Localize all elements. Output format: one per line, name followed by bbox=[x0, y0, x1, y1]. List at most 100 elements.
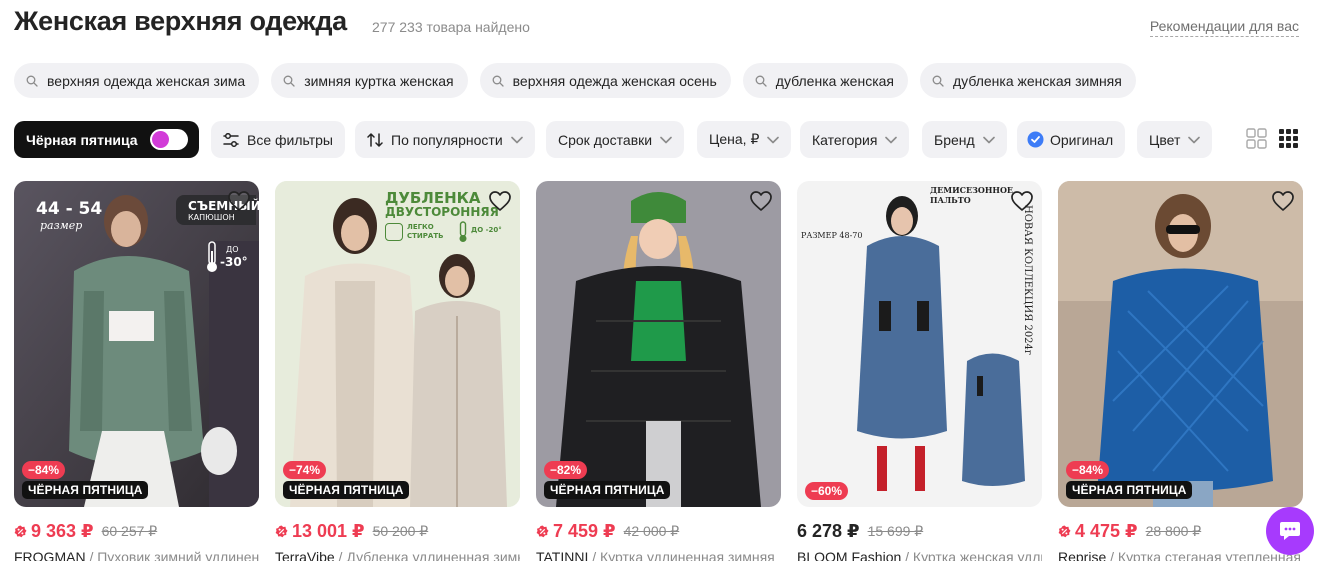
filter-bar: Чёрная пятница Все фильтры По популярнос… bbox=[14, 121, 1299, 158]
product-image[interactable]: −82% ЧЁРНАЯ ПЯТНИЦА bbox=[536, 181, 781, 507]
black-friday-switch[interactable] bbox=[150, 129, 188, 150]
suggestion-label: верхняя одежда женская зима bbox=[47, 72, 246, 89]
product-grid: 44 - 54 размер СЪЕМНЫЙ КАПЮШОН ДО -30° −… bbox=[14, 181, 1303, 561]
original-filter[interactable]: Оригинал bbox=[1017, 121, 1126, 158]
view-switcher bbox=[1246, 128, 1299, 149]
chat-bubble-icon bbox=[1280, 522, 1300, 540]
favorite-heart-icon[interactable] bbox=[749, 190, 773, 212]
brand-filter-label: Бренд bbox=[934, 131, 975, 148]
chevron-down-icon bbox=[510, 136, 523, 143]
product-name[interactable]: TATINNI / Куртка удлиненная зимняя bbox=[536, 549, 781, 561]
search-icon bbox=[492, 75, 504, 87]
discount-badge: −60% bbox=[805, 482, 849, 500]
chevron-down-icon bbox=[982, 136, 995, 143]
product-title: / Куртка женская удлиненная bbox=[905, 549, 1042, 561]
product-title: / Пуховик зимний удлиненный bbox=[89, 549, 259, 561]
price-filter[interactable]: Цена, ₽ bbox=[697, 121, 792, 158]
color-filter[interactable]: Цвет bbox=[1137, 121, 1213, 158]
search-icon bbox=[26, 75, 38, 87]
search-icon bbox=[755, 75, 767, 87]
suggestion-chip[interactable]: зимняя куртка женская bbox=[271, 63, 468, 98]
temperature-text: ДО -20° bbox=[471, 226, 502, 234]
thermometer-icon bbox=[207, 241, 217, 272]
product-image[interactable]: ДЕМИСЕЗОННОЕ ПАЛЬТО РАЗМЕР 48-70 НОВАЯ К… bbox=[797, 181, 1042, 507]
discount-badge: −84% bbox=[22, 461, 66, 479]
product-title: / Куртка стеганая утепленная bbox=[1106, 549, 1301, 561]
product-image[interactable]: 44 - 54 размер СЪЕМНЫЙ КАПЮШОН ДО -30° −… bbox=[14, 181, 259, 507]
discount-badge: −84% bbox=[1066, 461, 1110, 479]
product-card[interactable]: ДЕМИСЕЗОННОЕ ПАЛЬТО РАЗМЕР 48-70 НОВАЯ К… bbox=[797, 181, 1042, 561]
product-card[interactable]: ДУБЛЕНКА ДВУСТОРОННЯЯ ЛЕГКО СТИРАТЬ ДО -… bbox=[275, 181, 520, 561]
delivery-filter[interactable]: Срок доставки bbox=[546, 121, 685, 158]
product-name[interactable]: Reprise / Куртка стеганая утепленная bbox=[1058, 549, 1303, 561]
product-photo bbox=[1058, 181, 1303, 507]
product-image[interactable]: ДУБЛЕНКА ДВУСТОРОННЯЯ ЛЕГКО СТИРАТЬ ДО -… bbox=[275, 181, 520, 507]
black-friday-badge: ЧЁРНАЯ ПЯТНИЦА bbox=[544, 481, 671, 499]
product-name[interactable]: BLOOM Fashion / Куртка женская удлиненна… bbox=[797, 549, 1042, 561]
search-icon bbox=[283, 75, 295, 87]
product-title: / Куртка удлиненная зимняя bbox=[588, 549, 775, 561]
suggestion-label: дубленка женская зимняя bbox=[953, 72, 1122, 89]
chevron-down-icon bbox=[1188, 136, 1201, 143]
current-price: 6 278 ₽ bbox=[797, 521, 860, 541]
favorite-heart-icon[interactable] bbox=[1010, 190, 1034, 212]
product-card[interactable]: −82% ЧЁРНАЯ ПЯТНИЦА 7 459 ₽ 42 000 ₽ TAT… bbox=[536, 181, 781, 561]
product-photo bbox=[536, 181, 781, 507]
product-image[interactable]: −84% ЧЁРНАЯ ПЯТНИЦА bbox=[1058, 181, 1303, 507]
size-word-text: размер bbox=[40, 219, 83, 232]
brand-name: Reprise bbox=[1058, 549, 1107, 561]
recommendations-link[interactable]: Рекомендации для вас bbox=[1149, 18, 1299, 37]
color-label: Цвет bbox=[1149, 131, 1181, 148]
sort-dropdown[interactable]: По популярности bbox=[355, 121, 535, 158]
old-price: 60 257 ₽ bbox=[101, 523, 158, 539]
price-row: 9 363 ₽ 60 257 ₽ bbox=[14, 521, 157, 542]
black-friday-toggle[interactable]: Чёрная пятница bbox=[14, 121, 199, 158]
brand-name: TATINNI bbox=[536, 549, 589, 561]
suggestion-chip[interactable]: верхняя одежда женская осень bbox=[479, 63, 731, 98]
wash-icon bbox=[385, 223, 403, 241]
brand-name: FROGMAN bbox=[14, 549, 86, 561]
brand-filter[interactable]: Бренд bbox=[922, 121, 1007, 158]
grid-small-icon[interactable] bbox=[1278, 128, 1299, 149]
grid-large-icon[interactable] bbox=[1246, 128, 1267, 149]
category-filter[interactable]: Категория bbox=[800, 121, 910, 158]
overlay-vertical-text: НОВАЯ КОЛЛЕКЦИЯ 2024г bbox=[1022, 205, 1033, 356]
suggestion-chip[interactable]: дубленка женская зимняя bbox=[920, 63, 1136, 98]
favorite-heart-icon[interactable] bbox=[227, 190, 251, 212]
product-photo bbox=[797, 181, 1042, 507]
sliders-icon bbox=[223, 132, 239, 147]
suggestion-chip[interactable]: дубленка женская bbox=[742, 63, 908, 98]
current-price: 4 475 ₽ bbox=[1075, 521, 1138, 541]
discount-badge: −74% bbox=[283, 461, 327, 479]
suggestion-chip[interactable]: верхняя одежда женская зима bbox=[14, 63, 260, 98]
brand-name: TerraVibe bbox=[275, 549, 335, 561]
current-price: 9 363 ₽ bbox=[31, 521, 94, 541]
price-row: 4 475 ₽ 28 800 ₽ bbox=[1058, 521, 1201, 542]
product-name[interactable]: TerraVibe / Дубленка удлиненная зимняя bbox=[275, 549, 520, 561]
chat-button[interactable] bbox=[1266, 507, 1314, 555]
sale-tag-icon bbox=[1058, 525, 1071, 538]
product-name[interactable]: FROGMAN / Пуховик зимний удлиненный bbox=[14, 549, 259, 561]
old-price: 15 699 ₽ bbox=[867, 523, 924, 539]
wash-text-1: ЛЕГКО bbox=[407, 223, 434, 231]
temperature-prefix: ДО bbox=[226, 245, 239, 254]
favorite-heart-icon[interactable] bbox=[488, 190, 512, 212]
brand-name: BLOOM Fashion bbox=[797, 549, 902, 561]
chevron-down-icon bbox=[885, 136, 898, 143]
hood-text-2: КАПЮШОН bbox=[188, 213, 235, 222]
product-card[interactable]: 44 - 54 размер СЪЕМНЫЙ КАПЮШОН ДО -30° −… bbox=[14, 181, 259, 561]
product-title: / Дубленка удлиненная зимняя bbox=[334, 549, 520, 561]
favorite-heart-icon[interactable] bbox=[1271, 190, 1295, 212]
current-price: 7 459 ₽ bbox=[553, 521, 616, 541]
page-header: Женская верхняя одежда 277 233 товара на… bbox=[14, 6, 1299, 42]
all-filters-button[interactable]: Все фильтры bbox=[211, 121, 345, 158]
suggestion-label: зимняя куртка женская bbox=[304, 72, 454, 89]
page-title: Женская верхняя одежда bbox=[14, 6, 347, 36]
temperature-text: -30° bbox=[220, 255, 248, 269]
black-friday-badge: ЧЁРНАЯ ПЯТНИЦА bbox=[1066, 481, 1193, 499]
product-card[interactable]: −84% ЧЁРНАЯ ПЯТНИЦА 4 475 ₽ 28 800 ₽ Rep… bbox=[1058, 181, 1303, 561]
overlay-size-text: РАЗМЕР 48-70 bbox=[801, 231, 863, 240]
category-label: Категория bbox=[812, 131, 878, 148]
original-label: Оригинал bbox=[1050, 131, 1114, 148]
black-friday-label: Чёрная пятница bbox=[26, 131, 138, 148]
